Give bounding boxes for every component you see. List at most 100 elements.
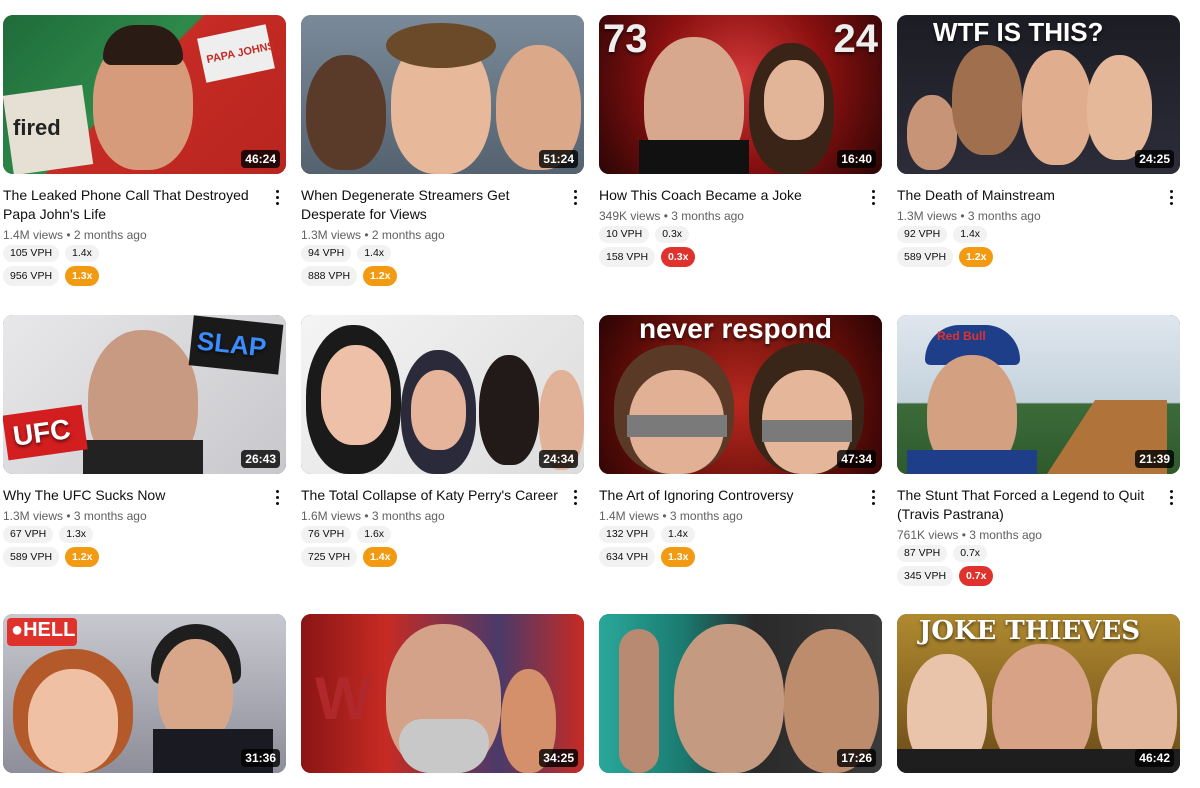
video-thumbnail[interactable]: 73 24 16:40	[599, 15, 882, 174]
video-duration: 16:40	[837, 150, 876, 168]
video-title[interactable]: The Art of Ignoring Controversy	[599, 486, 858, 505]
video-title[interactable]: The Death of Mainstream	[897, 186, 1156, 205]
video-card[interactable]: 51:24 When Degenerate Streamers Get Desp…	[301, 15, 584, 286]
video-title[interactable]: The Stunt That Forced a Legend to Quit (…	[897, 486, 1156, 524]
video-card[interactable]: 17:26	[599, 614, 882, 773]
recent-vph-row: 92 VPH 1.4x	[897, 226, 1156, 243]
video-stats: 1.4M views • 3 months ago	[599, 509, 743, 523]
recent-vph-badge: 92 VPH	[897, 226, 948, 243]
video-thumbnail[interactable]: Red Bull 21:39	[897, 315, 1180, 474]
more-options-icon[interactable]	[270, 488, 284, 506]
vph-row: 634 VPH 1.3x	[599, 547, 858, 567]
recent-vph-badge: 10 VPH	[599, 226, 650, 243]
video-card[interactable]: UFC SLAP 26:43 Why The UFC Sucks Now 1.3…	[3, 315, 286, 567]
recent-vph-badge: 94 VPH	[301, 245, 352, 262]
recent-multiplier-badge: 0.7x	[953, 545, 988, 562]
video-thumbnail[interactable]: WTF IS THIS? 24:25	[897, 15, 1180, 174]
video-title[interactable]: How This Coach Became a Joke	[599, 186, 858, 205]
upload-age: 2 months ago	[73, 228, 147, 242]
video-thumbnail[interactable]: fired PAPA JOHNS 46:24	[3, 15, 286, 174]
video-thumbnail[interactable]: W 34:25	[301, 614, 584, 773]
video-card[interactable]: fired PAPA JOHNS 46:24 The Leaked Phone …	[3, 15, 286, 286]
recent-multiplier-badge: 1.4x	[357, 245, 392, 262]
thumbnail-text: JOKE THIEVES	[919, 616, 1141, 646]
vph-badge: 589 VPH	[3, 547, 60, 567]
video-duration: 34:25	[539, 749, 578, 767]
video-card[interactable]: JOKE THIEVES 46:42	[897, 614, 1180, 773]
vph-badge: 725 VPH	[301, 547, 358, 567]
video-stats: 1.6M views • 3 months ago	[301, 509, 445, 523]
recent-multiplier-badge: 1.4x	[661, 526, 695, 543]
multiplier-badge: 1.3x	[661, 547, 696, 567]
video-title[interactable]: When Degenerate Streamers Get Desperate …	[301, 186, 560, 224]
more-options-icon[interactable]	[568, 488, 582, 506]
vph-badge: 888 VPH	[301, 266, 358, 286]
upload-age: 2 months ago	[371, 228, 445, 242]
multiplier-badge: 1.2x	[65, 547, 100, 567]
video-stats: 761K views • 3 months ago	[897, 528, 1042, 542]
recent-multiplier-badge: 1.4x	[65, 245, 99, 262]
more-options-icon[interactable]	[1164, 488, 1178, 506]
video-thumbnail[interactable]: 51:24	[301, 15, 584, 174]
recent-vph-row: 76 VPH 1.6x	[301, 526, 560, 543]
video-card[interactable]: W 34:25	[301, 614, 584, 773]
view-count: 1.6M views	[301, 509, 362, 523]
multiplier-badge: 0.3x	[661, 247, 696, 267]
video-title[interactable]: The Total Collapse of Katy Perry's Caree…	[301, 486, 560, 505]
recent-vph-row: 94 VPH 1.4x	[301, 245, 560, 262]
view-count: 761K views	[897, 528, 959, 542]
recent-multiplier-badge: 0.3x	[655, 226, 690, 243]
video-title[interactable]: Why The UFC Sucks Now	[3, 486, 262, 505]
upload-age: 3 months ago	[671, 209, 744, 223]
recent-vph-badge: 87 VPH	[897, 545, 948, 562]
video-card[interactable]: 24:34 The Total Collapse of Katy Perry's…	[301, 315, 584, 567]
more-options-icon[interactable]	[568, 188, 582, 206]
video-card[interactable]: WTF IS THIS? 24:25 The Death of Mainstre…	[897, 15, 1180, 267]
video-card[interactable]: never respond 47:34 The Art of Ignoring …	[599, 315, 882, 567]
video-stats: 1.3M views • 2 months ago	[301, 228, 445, 242]
vph-row: 725 VPH 1.4x	[301, 547, 560, 567]
video-thumbnail[interactable]: never respond 47:34	[599, 315, 882, 474]
video-thumbnail[interactable]: ●HELL 31:36	[3, 614, 286, 773]
video-stats: 1.3M views • 3 months ago	[897, 209, 1041, 223]
recent-vph-row: 87 VPH 0.7x	[897, 545, 1156, 562]
vph-row: 158 VPH 0.3x	[599, 247, 858, 267]
multiplier-badge: 1.4x	[363, 547, 398, 567]
upload-age: 3 months ago	[967, 209, 1041, 223]
multiplier-badge: 1.3x	[65, 266, 100, 286]
video-card[interactable]: 73 24 16:40 How This Coach Became a Joke…	[599, 15, 882, 267]
video-duration: 26:43	[241, 450, 280, 468]
vph-badge: 634 VPH	[599, 547, 656, 567]
video-card[interactable]: Red Bull 21:39 The Stunt That Forced a L…	[897, 315, 1180, 586]
recent-multiplier-badge: 1.6x	[357, 526, 392, 543]
thumbnail-text-secondary: 24	[833, 17, 879, 61]
vph-row: 589 VPH 1.2x	[897, 247, 1156, 267]
more-options-icon[interactable]	[270, 188, 284, 206]
more-options-icon[interactable]	[866, 488, 880, 506]
video-card[interactable]: ●HELL 31:36	[3, 614, 286, 773]
thumbnail-text: ●HELL	[11, 619, 76, 641]
video-thumbnail[interactable]: 17:26	[599, 614, 882, 773]
upload-age: 3 months ago	[371, 509, 445, 523]
video-duration: 17:26	[837, 749, 876, 767]
recent-vph-badge: 76 VPH	[301, 526, 352, 543]
video-thumbnail[interactable]: 24:34	[301, 315, 584, 474]
vph-row: 345 VPH 0.7x	[897, 566, 1156, 586]
video-duration: 24:25	[1135, 150, 1174, 168]
video-duration: 46:42	[1135, 749, 1174, 767]
video-title[interactable]: The Leaked Phone Call That Destroyed Pap…	[3, 186, 262, 224]
thumbnail-text: WTF IS THIS?	[933, 17, 1104, 47]
more-options-icon[interactable]	[866, 188, 880, 206]
video-stats: 1.4M views • 2 months ago	[3, 228, 147, 242]
view-count: 1.3M views	[301, 228, 362, 242]
video-thumbnail[interactable]: JOKE THIEVES 46:42	[897, 614, 1180, 773]
vph-badge: 956 VPH	[3, 266, 60, 286]
video-stats: 1.3M views • 3 months ago	[3, 509, 147, 523]
multiplier-badge: 0.7x	[959, 566, 994, 586]
vph-badge: 589 VPH	[897, 247, 954, 267]
video-thumbnail[interactable]: UFC SLAP 26:43	[3, 315, 286, 474]
recent-vph-row: 67 VPH 1.3x	[3, 526, 262, 543]
recent-vph-row: 10 VPH 0.3x	[599, 226, 858, 243]
more-options-icon[interactable]	[1164, 188, 1178, 206]
upload-age: 3 months ago	[969, 528, 1042, 542]
